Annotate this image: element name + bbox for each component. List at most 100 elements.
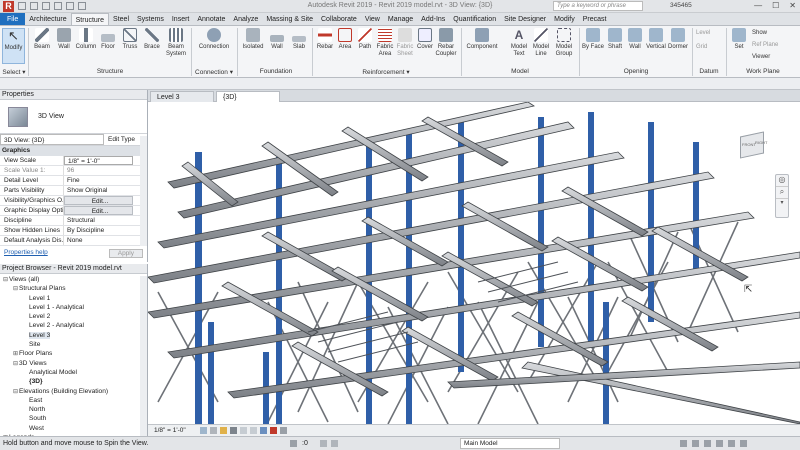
- nav-dropdown-icon[interactable]: ▾: [776, 199, 788, 211]
- tab-systems[interactable]: Systems: [133, 13, 168, 25]
- measure-icon[interactable]: [78, 2, 86, 10]
- show-workplane-button[interactable]: Show: [752, 30, 796, 37]
- modify-button[interactable]: ↖ Modify: [2, 28, 25, 64]
- show-crop-icon[interactable]: [250, 427, 257, 434]
- path-button[interactable]: Path: [354, 28, 376, 51]
- shadows-icon[interactable]: [230, 427, 237, 434]
- select-by-face-icon[interactable]: [716, 440, 723, 447]
- graphics-section-header[interactable]: Graphics: [0, 146, 147, 156]
- browser-tree-item[interactable]: Level 2 - Analytical: [3, 321, 147, 330]
- show-hidden-lines-field[interactable]: By Discipline: [64, 226, 147, 235]
- browser-tree-item[interactable]: South: [3, 414, 147, 423]
- component-button[interactable]: Component: [464, 28, 500, 51]
- lock-3d-view-icon[interactable]: [260, 427, 267, 434]
- level-button[interactable]: Level: [696, 30, 720, 37]
- tab-massing-site[interactable]: Massing & Site: [262, 13, 317, 25]
- main-model-dropdown[interactable]: Main Model: [460, 438, 560, 449]
- browser-tree-item[interactable]: ⊟3D Views: [3, 359, 147, 368]
- print-icon[interactable]: [66, 2, 74, 10]
- browser-tree-item[interactable]: Level 1: [3, 294, 147, 303]
- zoom-icon[interactable]: ⌕: [776, 187, 788, 199]
- by-face-button[interactable]: By Face: [582, 28, 604, 51]
- tab-structure[interactable]: Structure: [70, 13, 110, 25]
- design-options-icon[interactable]: [320, 440, 327, 447]
- vertical-opening-button[interactable]: Vertical: [645, 28, 667, 51]
- visual-style-icon[interactable]: [210, 427, 217, 434]
- tab-precast[interactable]: Precast: [579, 13, 611, 25]
- tab-view[interactable]: View: [361, 13, 384, 25]
- beam-button[interactable]: Beam: [31, 28, 53, 51]
- worksets-icon[interactable]: [290, 440, 297, 447]
- dormer-button[interactable]: Dormer: [667, 28, 689, 51]
- column-button[interactable]: Column: [75, 28, 97, 51]
- browser-tree-item[interactable]: ⊟Structural Plans: [3, 284, 147, 293]
- search-input[interactable]: Type a keyword or phrase: [553, 1, 643, 11]
- tab-collaborate[interactable]: Collaborate: [317, 13, 361, 25]
- type-selector[interactable]: 3D View: [0, 100, 147, 134]
- browser-tree-item[interactable]: East: [3, 396, 147, 405]
- filter-icon[interactable]: [740, 440, 747, 447]
- instance-selector[interactable]: 3D View: {3D}: [0, 134, 104, 145]
- close-button[interactable]: ✕: [789, 1, 796, 10]
- tab-add-ins[interactable]: Add-Ins: [417, 13, 449, 25]
- tab-site-designer[interactable]: Site Designer: [500, 13, 550, 25]
- shaft-button[interactable]: Shaft: [604, 28, 626, 51]
- view-cube[interactable]: FRONT RIGHT: [736, 128, 770, 162]
- discipline-field[interactable]: Structural: [64, 216, 147, 225]
- browser-tree-item[interactable]: North: [3, 405, 147, 414]
- detail-level-icon[interactable]: [200, 427, 207, 434]
- browser-tree-item[interactable]: West: [3, 424, 147, 433]
- select-links-icon[interactable]: [680, 440, 687, 447]
- browser-scrollbar[interactable]: [140, 276, 147, 436]
- browser-tree-item[interactable]: Level 1 - Analytical: [3, 303, 147, 312]
- view-scale-control[interactable]: 1/8" = 1'-0": [148, 427, 186, 434]
- rebar-button[interactable]: Rebar: [314, 28, 336, 51]
- crop-view-icon[interactable]: [240, 427, 247, 434]
- browser-tree-item[interactable]: Analytical Model: [3, 368, 147, 377]
- browser-tree-item[interactable]: ⊟Elevations (Building Elevation): [3, 387, 147, 396]
- wall-foundation-button[interactable]: Wall: [266, 28, 288, 51]
- fabric-area-button[interactable]: Fabric Area: [374, 28, 396, 58]
- connection-group-label[interactable]: Connection ▾: [192, 68, 236, 76]
- cover-button[interactable]: Cover: [414, 28, 436, 51]
- detail-level-field[interactable]: Fine: [64, 176, 147, 185]
- brace-button[interactable]: Brace: [141, 28, 163, 51]
- tab-insert[interactable]: Insert: [168, 13, 194, 25]
- temporary-hide-icon[interactable]: [270, 427, 277, 434]
- tab-level-3-view[interactable]: Level 3: [150, 91, 214, 102]
- default-analysis-field[interactable]: None: [64, 236, 147, 245]
- graphic-display-edit-button[interactable]: Edit...: [64, 206, 133, 215]
- viewer-button[interactable]: Viewer: [752, 54, 796, 61]
- tab-3d-view[interactable]: {3D}: [216, 91, 280, 102]
- model-text-button[interactable]: A Model Text: [508, 28, 530, 58]
- browser-tree-item[interactable]: {3D}: [3, 377, 147, 386]
- connection-button[interactable]: Connection: [197, 28, 231, 51]
- isolated-foundation-button[interactable]: Isolated: [240, 28, 266, 51]
- area-button[interactable]: Area: [334, 28, 356, 51]
- ref-plane-button[interactable]: Ref Plane: [752, 42, 796, 49]
- drag-elements-icon[interactable]: [728, 440, 735, 447]
- view-scale-field[interactable]: 1/8" = 1'-0": [64, 156, 133, 165]
- minimize-button[interactable]: —: [754, 1, 762, 10]
- editable-only-icon[interactable]: [331, 440, 338, 447]
- maximize-button[interactable]: ☐: [772, 1, 779, 10]
- 3d-viewport[interactable]: FRONT RIGHT ◎ ⌕ ▾ ⇱: [148, 102, 800, 424]
- steering-wheel-icon[interactable]: ◎: [776, 175, 788, 187]
- wall-opening-button[interactable]: Wall: [624, 28, 646, 51]
- apply-button[interactable]: Apply: [108, 249, 143, 258]
- truss-button[interactable]: Truss: [119, 28, 141, 51]
- reinforcement-group-label[interactable]: Reinforcement ▾: [314, 68, 458, 76]
- structural-wall-button[interactable]: Wall: [53, 28, 75, 51]
- tab-quantification[interactable]: Quantification: [449, 13, 500, 25]
- select-underlay-icon[interactable]: [692, 440, 699, 447]
- fabric-sheet-button[interactable]: Fabric Sheet: [394, 28, 416, 58]
- open-icon[interactable]: [18, 2, 26, 10]
- sun-path-icon[interactable]: [220, 427, 227, 434]
- user-name[interactable]: 345465: [670, 2, 692, 9]
- set-workplane-button[interactable]: Set: [728, 28, 750, 51]
- edit-type-button[interactable]: Edit Type: [104, 134, 135, 145]
- tab-annotate[interactable]: Annotate: [193, 13, 229, 25]
- browser-tree-item[interactable]: ⊟Views (all): [3, 275, 147, 284]
- model-line-button[interactable]: Model Line: [530, 28, 552, 58]
- floor-button[interactable]: Floor: [97, 28, 119, 51]
